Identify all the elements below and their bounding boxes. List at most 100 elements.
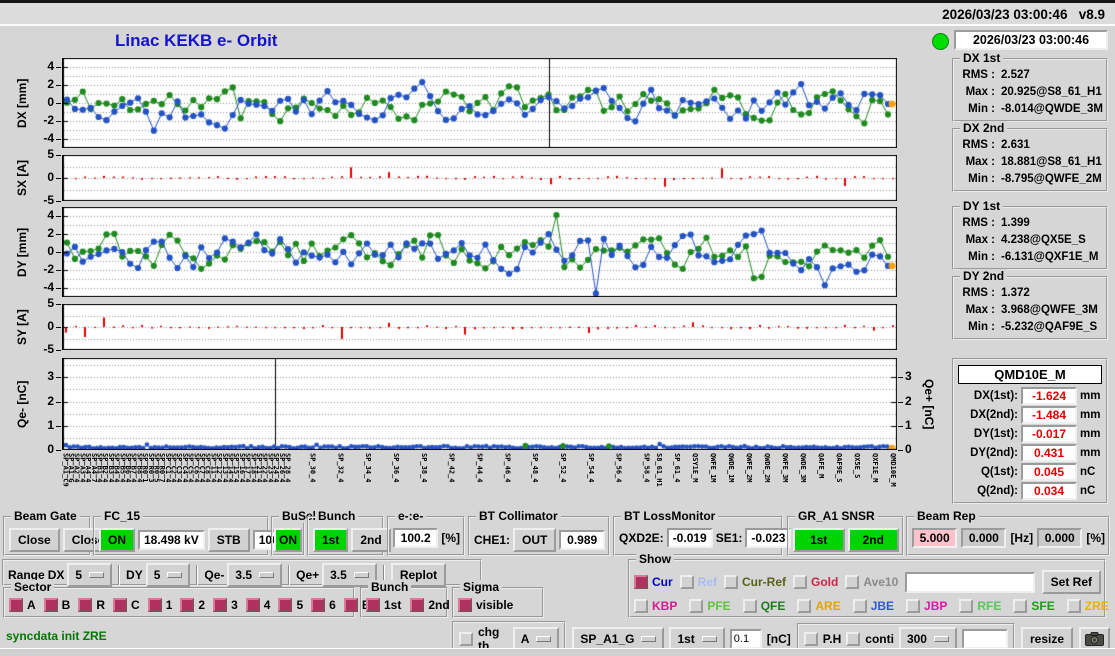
x-axis-label: SP_52_4 xyxy=(559,453,567,483)
checkbox-jbp[interactable] xyxy=(906,599,921,613)
checkbox-zre[interactable] xyxy=(1066,599,1081,613)
x-axis-label: QSY1E_M xyxy=(690,453,699,483)
checkbox-2nd[interactable] xyxy=(410,598,425,612)
tick-mark xyxy=(56,155,61,156)
monitor-device-name[interactable]: QMD10E_M xyxy=(958,365,1102,384)
checkbox-qfe[interactable] xyxy=(742,599,757,613)
checkbox-5[interactable] xyxy=(278,598,293,612)
checkbox-6[interactable] xyxy=(311,598,326,612)
option-menu-dash xyxy=(167,572,183,578)
bt-collimator-title: BT Collimator xyxy=(476,509,561,523)
checkbox-4[interactable] xyxy=(245,598,260,612)
checkbox-visible[interactable] xyxy=(458,598,472,612)
titlebar-datetime: 2026/03/23 03:00:46 v8.9 xyxy=(942,7,1105,22)
checkbox-gold[interactable] xyxy=(793,575,808,589)
stats-row: Max :20.925@S8_61_H1 xyxy=(965,86,1102,98)
checkbox-item: Cur xyxy=(634,575,673,589)
checkbox-item: 6 xyxy=(311,598,336,612)
stats-box-title: DY 1st xyxy=(960,199,1004,213)
checkbox-item: 1st xyxy=(366,598,401,612)
checkbox-3[interactable] xyxy=(213,598,228,612)
checkbox-chg-th[interactable] xyxy=(459,632,473,646)
stats-row: RMS :1.372 xyxy=(962,287,1030,299)
checkbox-item: Ref xyxy=(679,575,717,589)
tick-mark xyxy=(56,350,61,351)
stats-box-title: DY 2nd xyxy=(960,269,1008,283)
checkbox-label: Cur-Ref xyxy=(742,575,787,589)
y-tick-label: 0 xyxy=(47,95,54,109)
checkbox-item: ARE xyxy=(797,599,841,613)
checkbox-rfe[interactable] xyxy=(959,599,974,613)
checkbox-cur-ref[interactable] xyxy=(724,575,739,589)
gr-snsr-2nd-button[interactable]: 2nd xyxy=(847,528,899,552)
checkbox-2[interactable] xyxy=(180,598,195,612)
checkbox-b[interactable] xyxy=(43,598,58,612)
stats-row: Min : -6.131@QXF1E_M xyxy=(968,251,1099,263)
checkbox-ph[interactable] xyxy=(803,632,818,646)
sy-steering-plot xyxy=(62,304,897,350)
checkbox-ref[interactable] xyxy=(679,575,694,589)
ee-ratio-unit: [%] xyxy=(441,531,460,545)
extra-input[interactable] xyxy=(961,629,1008,649)
stats-box-title: DX 1st xyxy=(960,51,1004,65)
checkbox-ave10[interactable] xyxy=(845,575,860,589)
checkbox-bt[interactable] xyxy=(343,598,358,612)
range-qe-minus-select[interactable]: 3.5 xyxy=(227,563,283,587)
fc15-stb-button[interactable]: STB xyxy=(207,528,250,552)
checkbox-c[interactable] xyxy=(113,598,128,612)
checkbox-r[interactable] xyxy=(78,598,93,612)
bunch-1st-button[interactable]: 1st xyxy=(313,528,349,552)
tick-mark xyxy=(898,401,903,403)
checkbox-item: A xyxy=(9,598,36,612)
checkbox-a[interactable] xyxy=(9,598,23,612)
checkbox-sfe[interactable] xyxy=(1013,599,1028,613)
checkbox-conti[interactable] xyxy=(846,632,861,646)
stats-row: Max :3.968@QWFE_3M xyxy=(965,304,1098,316)
fc15-kv-value: 18.498 kV xyxy=(138,530,205,550)
y-tick-label-right: 2 xyxy=(905,393,912,408)
ee-ratio-value: 100.2 xyxy=(393,528,439,548)
gr-snsr-1st-button[interactable]: 1st xyxy=(793,528,845,552)
tick-mark xyxy=(56,377,61,379)
range-dx-select[interactable]: 5 xyxy=(67,563,113,587)
magnet-monitor-panel: QMD10E_M DX(1st): -1.624 mm DX(2nd): -1.484 m… xyxy=(952,358,1108,504)
monitor-row: DX(1st): -1.624 mm xyxy=(973,387,1101,405)
y-tick-label: 2 xyxy=(47,226,54,240)
checkbox-label: ARE xyxy=(815,599,841,613)
sx-steering-plot xyxy=(62,155,897,201)
x-axis-label: QWDE_3M xyxy=(798,453,807,483)
checkbox-jbe[interactable] xyxy=(852,599,867,613)
beam-gate-close-button-1[interactable]: Close xyxy=(9,528,60,552)
checkbox-1[interactable] xyxy=(147,598,162,612)
checkbox-item: KBP xyxy=(634,599,677,613)
set-ref-button[interactable]: Set Ref xyxy=(1041,570,1101,594)
fc15-on-button[interactable]: ON xyxy=(99,528,135,552)
monitor-row: DX(2nd): -1.484 mm xyxy=(970,406,1101,424)
checkbox-item: 3 xyxy=(213,598,238,612)
x-axis-label: SP_36_4 xyxy=(392,453,400,483)
fc15-title: FC_15 xyxy=(101,509,144,523)
bunch-2nd-button[interactable]: 2nd xyxy=(351,528,391,552)
checkbox-are[interactable] xyxy=(797,599,812,613)
checkbox-kbp[interactable] xyxy=(634,599,648,613)
option-menu-dash xyxy=(933,636,949,642)
monitor-row: Q(1st): 0.045 nC xyxy=(980,463,1096,481)
checkbox-label: C xyxy=(131,598,140,612)
ee-ratio-group: e-:e- 100.2 [%] xyxy=(387,509,465,556)
che1-out-button[interactable]: OUT xyxy=(513,528,557,552)
checkbox-label: Gold xyxy=(811,575,839,589)
ref-name-input[interactable] xyxy=(905,571,1035,593)
x-axis-label: QAFE_M xyxy=(816,453,825,479)
y-tick-label-right: 0 xyxy=(905,442,912,456)
beam-rep-set-value: 5.000 xyxy=(912,528,958,548)
x-axis-label: S8_61_H1 xyxy=(655,453,664,487)
threshold-input[interactable] xyxy=(729,629,762,649)
checkbox-cur[interactable] xyxy=(634,575,648,589)
checkbox-pfe[interactable] xyxy=(689,599,704,613)
checkbox-1st[interactable] xyxy=(366,598,380,612)
divider xyxy=(288,565,291,585)
busel-on-button[interactable]: ON xyxy=(274,528,302,552)
range-dy-select[interactable]: 5 xyxy=(145,563,191,587)
checkbox-label: Cur xyxy=(652,575,673,589)
tick-mark xyxy=(898,377,903,379)
